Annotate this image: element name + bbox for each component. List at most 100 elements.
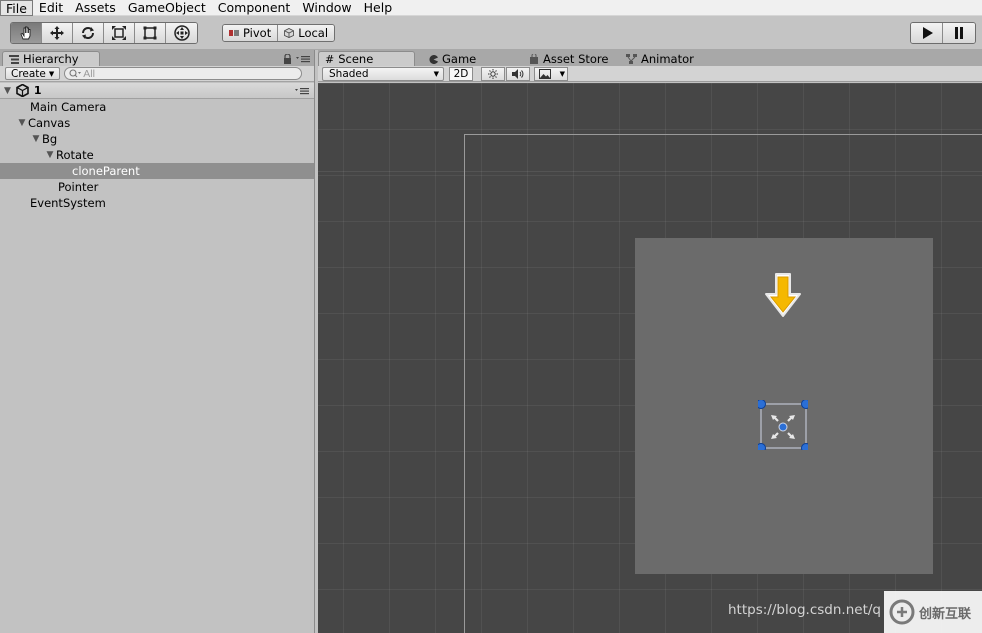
transform-tools (10, 22, 198, 44)
scene-viewport[interactable]: https://blog.csdn.net/q 创新互联 (318, 83, 982, 633)
tab-hierarchy-label: Hierarchy (23, 52, 79, 66)
scene-panel: # Scene Game Asset Store Animator Shaded… (318, 50, 982, 633)
rect-transform-gizmo[interactable] (756, 399, 811, 453)
pivot-label: Pivot (243, 26, 272, 40)
tree-item-label: Rotate (56, 148, 94, 162)
dropdown-arrow-icon: ▼ (48, 69, 55, 78)
tree-item-bg[interactable]: ▼ Bg (0, 131, 314, 147)
lock-icon[interactable] (283, 54, 292, 64)
expand-caret-icon[interactable]: ▼ (30, 134, 42, 144)
menu-edit[interactable]: Edit (33, 0, 69, 16)
tree-item-label: EventSystem (30, 196, 106, 210)
pivot-button[interactable]: Pivot (223, 25, 279, 41)
menu-window[interactable]: Window (296, 0, 357, 16)
shading-mode-dropdown[interactable]: Shaded ▼ (322, 67, 444, 81)
menu-help[interactable]: Help (358, 0, 399, 16)
pause-button[interactable] (943, 23, 975, 43)
watermark-logo: 创新互联 (884, 591, 982, 633)
move-tool-button[interactable] (42, 23, 73, 43)
hierarchy-panel: Hierarchy Create ▼ All ▼ 1 Main Camera ▼… (0, 50, 315, 633)
pause-icon (955, 27, 963, 39)
hierarchy-search-input[interactable]: All (64, 67, 303, 80)
list-icon (9, 54, 19, 64)
menu-bar: File Edit Assets GameObject Component Wi… (0, 0, 982, 16)
search-icon (69, 69, 82, 78)
tree-item-pointer[interactable]: Pointer (0, 179, 314, 195)
local-button[interactable]: Local (278, 25, 335, 41)
search-placeholder: All (83, 67, 95, 80)
rect-icon (143, 26, 157, 40)
tab-game[interactable]: Game (422, 51, 485, 66)
logo-mark-icon (889, 599, 915, 625)
scene-name: 1 (33, 84, 42, 97)
tree-item-main-camera[interactable]: Main Camera (0, 99, 314, 115)
audio-toggle[interactable] (506, 67, 530, 81)
down-arrow-icon[interactable] (763, 272, 803, 318)
lighting-toggle[interactable] (481, 67, 505, 81)
pacman-icon (429, 54, 438, 64)
dropdown-arrow-icon: ▼ (433, 70, 439, 78)
rotate-tool-button[interactable] (73, 23, 104, 43)
tab-asset-store[interactable]: Asset Store (522, 51, 618, 66)
hand-tool-button[interactable] (11, 23, 42, 43)
create-label: Create (11, 67, 46, 80)
tree-item-label: Canvas (28, 116, 71, 130)
hand-icon (20, 26, 31, 40)
menu-gameobject[interactable]: GameObject (122, 0, 212, 16)
scale-tool-button[interactable] (104, 23, 135, 43)
menu-file[interactable]: File (0, 0, 33, 16)
toggle-2d-button[interactable]: 2D (449, 67, 473, 81)
animator-icon (626, 54, 637, 64)
tab-animator[interactable]: Animator (619, 51, 703, 66)
rect-tool-button[interactable] (135, 23, 166, 43)
tab-game-label: Game (442, 52, 477, 66)
hierarchy-tab-row: Hierarchy (0, 50, 314, 66)
sun-icon (488, 69, 498, 79)
tab-asset-store-label: Asset Store (543, 52, 609, 66)
image-icon (539, 69, 551, 79)
scene-root-row[interactable]: ▼ 1 (0, 83, 314, 99)
tab-animator-label: Animator (641, 52, 694, 66)
tree-item-canvas[interactable]: ▼ Canvas (0, 115, 314, 131)
tree-item-label: Main Camera (30, 100, 107, 114)
tree-item-eventsystem[interactable]: EventSystem (0, 195, 314, 211)
scale-icon (112, 26, 126, 40)
speaker-icon (512, 69, 524, 79)
menu-component[interactable]: Component (212, 0, 297, 16)
watermark-url: https://blog.csdn.net/q (728, 602, 881, 618)
transform-icon (173, 25, 190, 41)
tab-hierarchy[interactable]: Hierarchy (2, 51, 100, 66)
rotate-icon (82, 27, 94, 39)
tree-item-label: Pointer (58, 180, 99, 194)
toggle-2d-label: 2D (453, 68, 469, 80)
shopping-bag-icon (530, 54, 538, 64)
local-label: Local (298, 26, 329, 40)
play-icon (922, 27, 933, 39)
pivot-icon (229, 30, 239, 36)
scene-menu-icon[interactable] (295, 87, 309, 95)
tab-scene[interactable]: # Scene (318, 51, 415, 66)
cube-icon (284, 28, 295, 38)
gizmo-frame (756, 399, 811, 453)
dropdown-arrow-icon: ▼ (559, 70, 565, 78)
menu-assets[interactable]: Assets (69, 0, 122, 16)
hierarchy-toolbar: Create ▼ All (0, 66, 314, 82)
panel-menu-icon[interactable] (296, 55, 310, 63)
expand-caret-icon[interactable]: ▼ (44, 150, 56, 160)
create-dropdown[interactable]: Create ▼ (5, 67, 61, 80)
move-icon (50, 26, 64, 40)
anchor-icon (771, 415, 795, 439)
effects-dropdown[interactable]: ▼ (534, 67, 568, 81)
tree-item-cloneparent[interactable]: cloneParent (0, 163, 314, 179)
tree-item-rotate[interactable]: ▼ Rotate (0, 147, 314, 163)
main-toolbar: Pivot Local (0, 16, 982, 50)
tab-scene-label: Scene (338, 52, 374, 66)
grid-icon: # (325, 52, 335, 66)
transform-tool-button[interactable] (166, 23, 197, 43)
play-button[interactable] (911, 23, 943, 43)
logo-text: 创新互联 (919, 606, 972, 622)
scene-toolbar: Shaded ▼ 2D ▼ (318, 66, 982, 82)
hierarchy-tree: Main Camera ▼ Canvas ▼ Bg ▼ Rotate clone… (0, 99, 314, 211)
expand-caret-icon[interactable]: ▼ (16, 118, 28, 128)
expand-caret-icon[interactable]: ▼ (4, 86, 11, 96)
